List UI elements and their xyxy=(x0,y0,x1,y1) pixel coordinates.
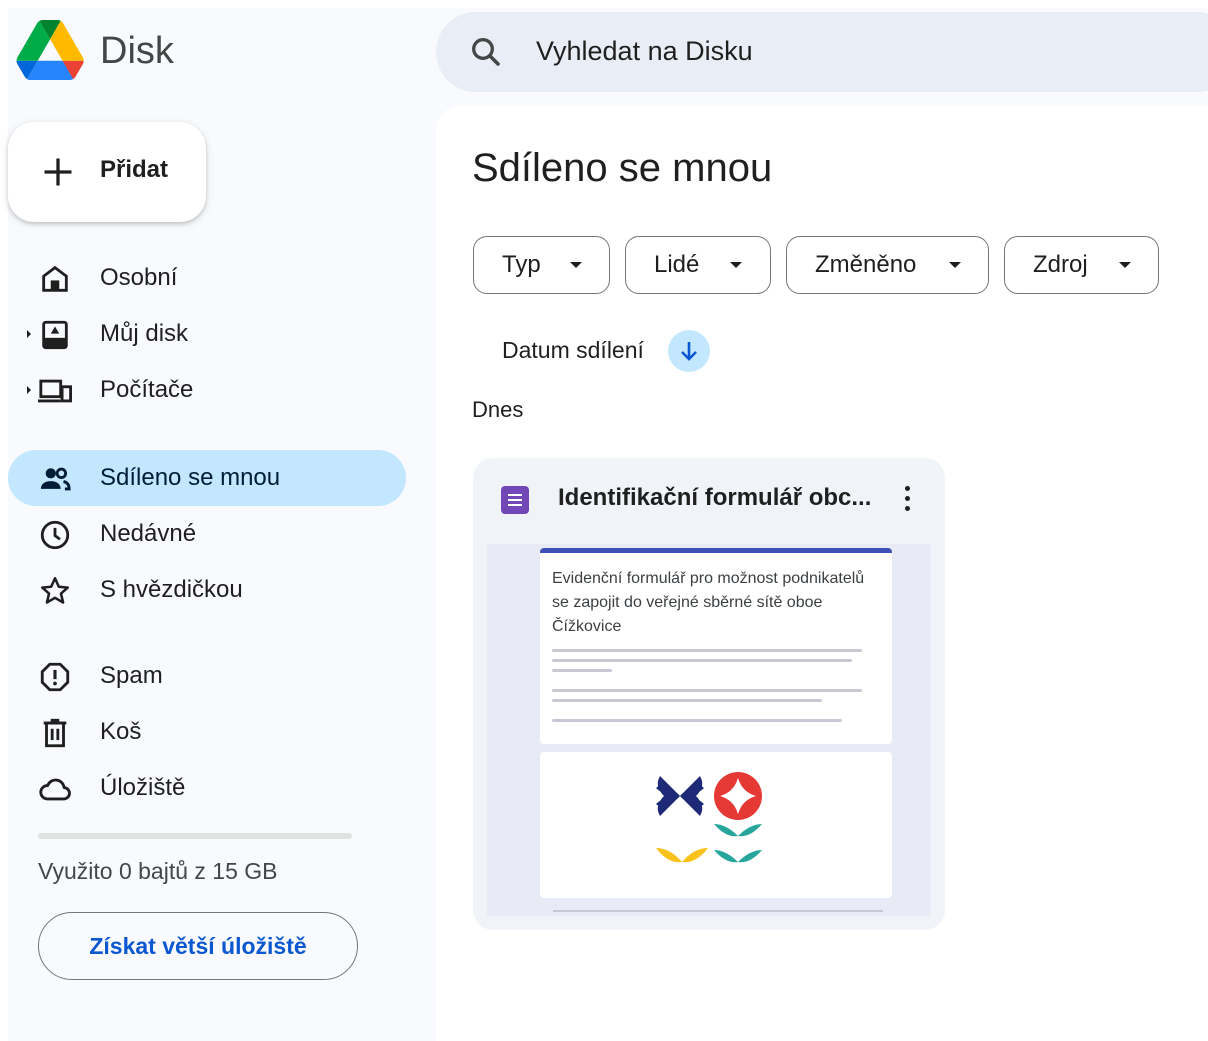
people-icon xyxy=(40,467,71,491)
preview-text-line xyxy=(552,649,862,652)
sidebar-item-nedavne[interactable]: Nedávné xyxy=(8,506,406,562)
page-title: Sdíleno se mnou xyxy=(472,146,773,190)
app-name: Disk xyxy=(100,30,174,72)
sort-label[interactable]: Datum sdílení xyxy=(502,337,644,364)
expand-caret-icon[interactable] xyxy=(24,326,34,342)
search-icon[interactable] xyxy=(468,34,504,70)
more-actions-icon[interactable] xyxy=(903,486,911,516)
left-edge xyxy=(0,0,8,1041)
google-forms-icon xyxy=(501,486,529,514)
filter-chip-source[interactable]: Zdroj xyxy=(1004,236,1159,294)
dropdown-arrow-icon xyxy=(570,262,582,268)
drive-logo-icon xyxy=(16,20,84,80)
preview-text-line xyxy=(552,699,822,702)
filter-chip-label: Změněno xyxy=(815,251,917,278)
preview-text-line xyxy=(552,719,842,722)
preview-text-line xyxy=(552,689,862,692)
sidebar-item-pocitace[interactable]: Počítače xyxy=(8,362,406,418)
app-logo[interactable]: Disk xyxy=(16,20,174,80)
my-drive-icon xyxy=(42,320,68,350)
preview-text-line xyxy=(552,669,612,672)
star-icon xyxy=(40,576,70,604)
clock-icon xyxy=(40,520,70,550)
dropdown-arrow-icon xyxy=(1119,262,1131,268)
file-name[interactable]: Identifikační formulář obc... xyxy=(558,484,888,512)
sidebar-item-label: Osobní xyxy=(100,264,178,291)
sidebar-item-label: Úložiště xyxy=(100,774,186,801)
sidebar-item-s-hvezdickou[interactable]: S hvězdičkou xyxy=(8,562,406,618)
search-input[interactable]: Vyhledat na Disku xyxy=(536,36,753,67)
dropdown-arrow-icon xyxy=(949,262,961,268)
filter-chip-people[interactable]: Lidé xyxy=(625,236,771,294)
filter-chip-type[interactable]: Typ xyxy=(473,236,610,294)
trash-icon xyxy=(43,718,67,748)
preview-form-header: Evidenční formulář pro možnost podnikate… xyxy=(540,548,892,744)
plus-icon xyxy=(44,158,72,186)
municipality-logo-icon xyxy=(656,772,762,863)
top-edge xyxy=(0,0,1208,8)
new-button[interactable]: Přidat xyxy=(8,122,206,222)
file-preview-thumbnail[interactable]: Evidenční formulář pro možnost podnikate… xyxy=(487,544,931,916)
sidebar-item-label: Můj disk xyxy=(100,320,189,347)
new-button-label: Přidat xyxy=(100,156,169,183)
preview-footer-line xyxy=(553,910,883,912)
sidebar-item-spam[interactable]: Spam xyxy=(8,648,406,704)
storage-usage-bar xyxy=(38,833,352,839)
search-bar[interactable]: Vyhledat na Disku xyxy=(436,12,1208,92)
expand-caret-icon[interactable] xyxy=(24,382,34,398)
filter-chip-label: Typ xyxy=(502,251,541,278)
get-more-storage-button[interactable]: Získat větší úložiště xyxy=(38,912,358,980)
sidebar-item-osobni[interactable]: Osobní xyxy=(8,250,406,306)
filter-chip-label: Lidé xyxy=(654,251,700,278)
sidebar-item-kos[interactable]: Koš xyxy=(8,704,406,760)
home-icon xyxy=(42,265,68,292)
sidebar-item-label: Nedávné xyxy=(100,520,197,547)
sidebar-item-label: Počítače xyxy=(100,376,194,403)
preview-text-line xyxy=(552,659,852,662)
storage-usage-text: Využito 0 bajtů z 15 GB xyxy=(38,858,278,884)
sidebar-item-label: Spam xyxy=(100,662,163,689)
cloud-icon xyxy=(39,778,71,801)
sidebar-item-label: Koš xyxy=(100,718,142,745)
sidebar-item-sdileno[interactable]: Sdíleno se mnou xyxy=(8,450,406,506)
file-card[interactable]: Identifikační formulář obc... Evidenční … xyxy=(473,458,945,930)
sidebar-item-label: S hvězdičkou xyxy=(100,576,243,603)
preview-title: Evidenční formulář pro možnost podnikate… xyxy=(552,570,865,635)
sidebar-item-label: Sdíleno se mnou xyxy=(100,464,281,491)
preview-logo-card xyxy=(540,752,892,898)
arrow-down-icon xyxy=(681,342,697,361)
spam-icon xyxy=(40,662,70,692)
sidebar-item-muj-disk[interactable]: Můj disk xyxy=(8,306,406,362)
sidebar-item-uloziste[interactable]: Úložiště xyxy=(8,760,406,816)
computers-icon xyxy=(38,379,72,403)
filter-chip-modified[interactable]: Změněno xyxy=(786,236,989,294)
filter-chip-label: Zdroj xyxy=(1033,251,1088,278)
dropdown-arrow-icon xyxy=(730,262,742,268)
section-heading: Dnes xyxy=(472,397,524,422)
sort-direction-button[interactable] xyxy=(668,330,710,372)
